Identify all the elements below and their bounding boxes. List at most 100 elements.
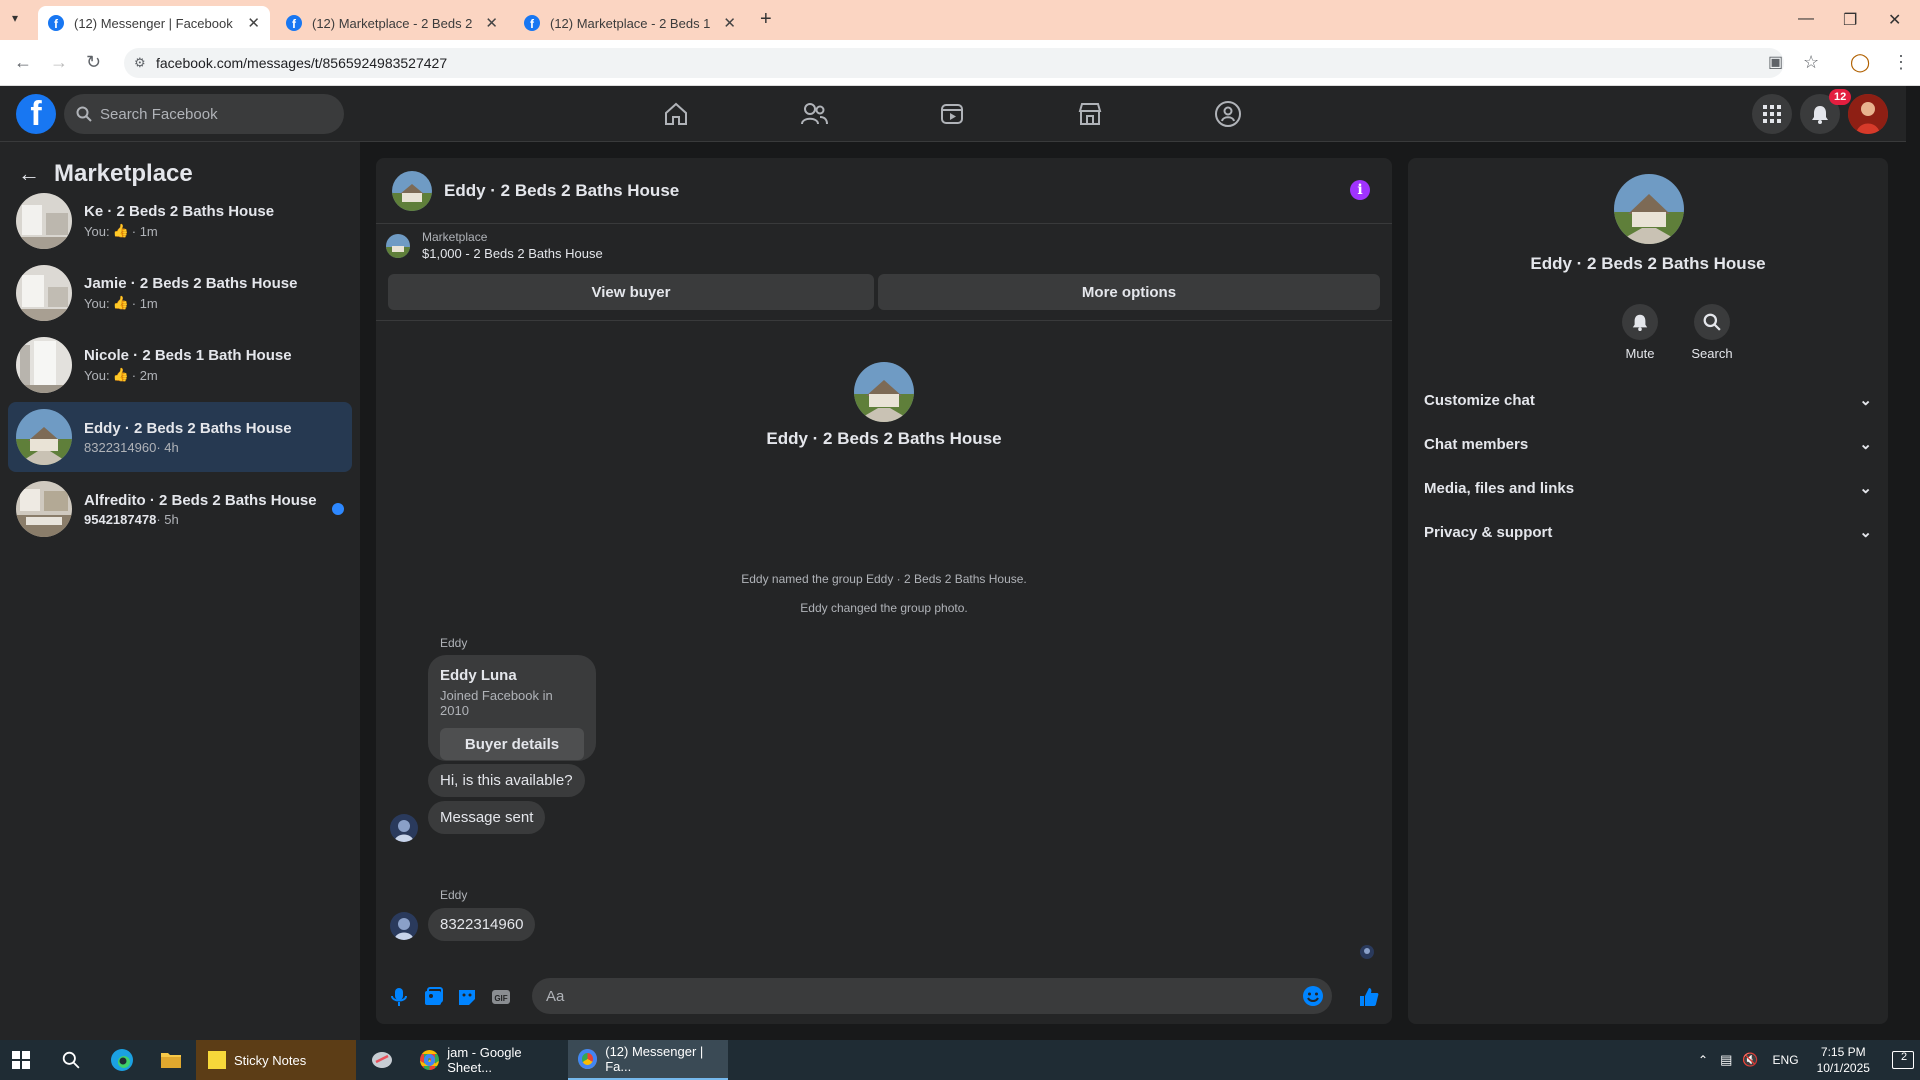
page-scrollbar[interactable] [1906,86,1920,1040]
show-hidden-icons-icon[interactable]: ⌃ [1698,1053,1708,1067]
marketplace-icon[interactable] [1074,98,1106,130]
chevron-down-icon: ⌄ [1859,392,1872,409]
conversation-preview: 8322314960 · 4h [84,440,292,455]
close-window-icon[interactable]: ✕ [1888,10,1901,30]
close-tab-icon[interactable]: ✕ [485,14,498,32]
restore-icon[interactable]: ❐ [1843,10,1857,30]
message-bubble[interactable]: Message sent [428,801,546,834]
sticker-icon[interactable] [456,986,478,1008]
close-tab-icon[interactable]: ✕ [247,14,260,32]
sidebar-title: Marketplace [54,160,193,187]
view-buyer-button[interactable]: View buyer [388,274,874,310]
reload-icon[interactable]: ↻ [86,52,101,73]
menu-grid-button[interactable] [1752,94,1792,134]
system-message: Eddy named the group Eddy · 2 Beds 2 Bat… [741,572,1027,586]
like-thumbs-up-icon[interactable] [1358,986,1380,1008]
facebook-header: f Search Facebook [0,86,1920,142]
message-bubble[interactable]: 8322314960 [428,908,536,941]
account-avatar[interactable] [1848,94,1888,134]
minimize-icon[interactable]: — [1798,10,1814,28]
sender-avatar [390,814,418,842]
browser-menu-icon[interactable]: ⋮ [1892,52,1910,73]
conversation-name: Nicole · 2 Beds 1 Bath House [84,347,292,364]
section-label: Chat members [1424,435,1529,453]
section-privacy-support[interactable]: Privacy & support ⌄ [1424,510,1872,554]
clock[interactable]: 7:15 PM 10/1/2025 [1817,1044,1870,1076]
home-icon[interactable] [660,98,692,130]
section-media-files-links[interactable]: Media, files and links ⌄ [1424,466,1872,510]
conversation-item[interactable]: Nicole · 2 Beds 1 Bath House You: 👍 · 2m [8,330,352,400]
file-explorer-icon[interactable] [160,1040,182,1080]
friends-icon[interactable] [798,98,830,130]
section-customize-chat[interactable]: Customize chat ⌄ [1424,378,1872,422]
groups-icon[interactable] [1212,98,1244,130]
notification-center-icon[interactable]: 2 [1891,1051,1914,1069]
gif-icon[interactable]: GIF [490,986,512,1008]
taskbar-sticky-notes[interactable]: Sticky Notes [196,1040,356,1080]
facebook-logo-icon[interactable]: f [16,94,56,134]
chat-header: Eddy · 2 Beds 2 Baths House i [376,158,1392,224]
conversation-name: Alfredito · 2 Beds 2 Baths House [84,491,317,509]
preview-time: · 1m [131,223,158,239]
video-icon[interactable] [936,98,968,130]
thumbs-up-icon: 👍 [112,223,129,238]
conversation-item-selected[interactable]: Eddy · 2 Beds 2 Baths House 8322314960 ·… [8,402,352,472]
taskbar-messenger[interactable]: (12) Messenger | Fa... [568,1040,728,1080]
back-icon[interactable]: ← [14,52,32,73]
sender-name: Eddy [440,636,468,650]
group-avatar[interactable] [392,170,432,211]
message-bubble[interactable]: Hi, is this available? [428,764,585,797]
conversation-name: Jamie · 2 Beds 2 Baths House [84,275,298,292]
back-arrow-icon[interactable]: ← [18,161,40,187]
conversation-sidebar: ← Marketplace Ke · 2 Beds 2 Baths House … [0,142,360,1040]
close-tab-icon[interactable]: ✕ [723,14,736,32]
preview-time: · 5h [156,511,179,527]
edge-icon[interactable] [110,1040,134,1080]
language-indicator[interactable]: ENG [1773,1053,1799,1067]
notification-count-badge: 12 [1829,89,1852,105]
taskbar-google-sheets[interactable]: jam - Google Sheet... [412,1040,562,1080]
conversation-preview: You: 👍 · 1m [84,295,297,311]
bookmark-star-icon[interactable]: ☆ [1803,52,1819,73]
more-options-button[interactable]: More options [878,274,1380,310]
emoji-icon[interactable] [1302,985,1324,1007]
section-chat-members[interactable]: Chat members ⌄ [1424,422,1872,466]
site-info-icon[interactable]: ⚙ [134,55,146,71]
preview-prefix: 8322314960 [84,439,157,455]
intro-name: Eddy · 2 Beds 2 Baths House [766,429,1002,448]
start-button[interactable] [12,1040,30,1080]
microphone-icon[interactable] [388,986,410,1008]
tab-title: (12) Marketplace - 2 Beds 1 Bat [550,15,716,31]
volume-muted-icon[interactable]: 🔇 [1742,1052,1758,1068]
info-icon[interactable]: i [1350,180,1370,200]
install-app-icon[interactable]: ▣ [1768,52,1783,72]
facebook-search-input[interactable]: Search Facebook [64,94,344,134]
profile-icon[interactable]: ◯ [1850,52,1870,73]
tab-search-icon[interactable]: ▾ [12,11,18,25]
listing-summary[interactable]: Marketplace $1,000 - 2 Beds 2 Baths Hous… [386,230,603,261]
search-button[interactable]: Search [1682,304,1742,361]
message-input[interactable]: Aa [532,978,1332,1014]
browser-tab-messenger[interactable]: f (12) Messenger | Facebook ✕ [38,6,270,40]
photo-icon[interactable] [422,986,444,1008]
listing-thumbnail [16,337,72,393]
chevron-down-icon: ⌄ [1859,436,1872,453]
listing-thumbnail [16,265,72,321]
conversation-item[interactable]: Ke · 2 Beds 2 Baths House You: 👍 · 1m [8,186,352,256]
network-icon[interactable]: ▤ [1720,1052,1732,1068]
browser-tab-marketplace-1[interactable]: f (12) Marketplace - 2 Beds 2 Bat ✕ [276,6,508,40]
buyer-details-button[interactable]: Buyer details [440,728,584,760]
section-label: Media, files and links [1424,479,1575,497]
bell-icon [1632,314,1648,331]
taskbar-search-button[interactable] [62,1040,80,1080]
chat-title[interactable]: Eddy · 2 Beds 2 Baths House [444,181,679,201]
forward-icon[interactable]: → [50,52,68,73]
new-tab-icon[interactable]: + [760,8,772,31]
mute-button[interactable]: Mute [1610,304,1670,361]
url-field[interactable]: ⚙ facebook.com/messages/t/85659249835274… [124,48,1784,78]
browser-tab-marketplace-2[interactable]: f (12) Marketplace - 2 Beds 1 Bat ✕ [514,6,746,40]
conversation-item[interactable]: Alfredito · 2 Beds 2 Baths House 9542187… [8,474,352,544]
snipping-tool-icon[interactable] [370,1040,394,1080]
search-icon [1703,313,1721,331]
conversation-item[interactable]: Jamie · 2 Beds 2 Baths House You: 👍 · 1m [8,258,352,328]
